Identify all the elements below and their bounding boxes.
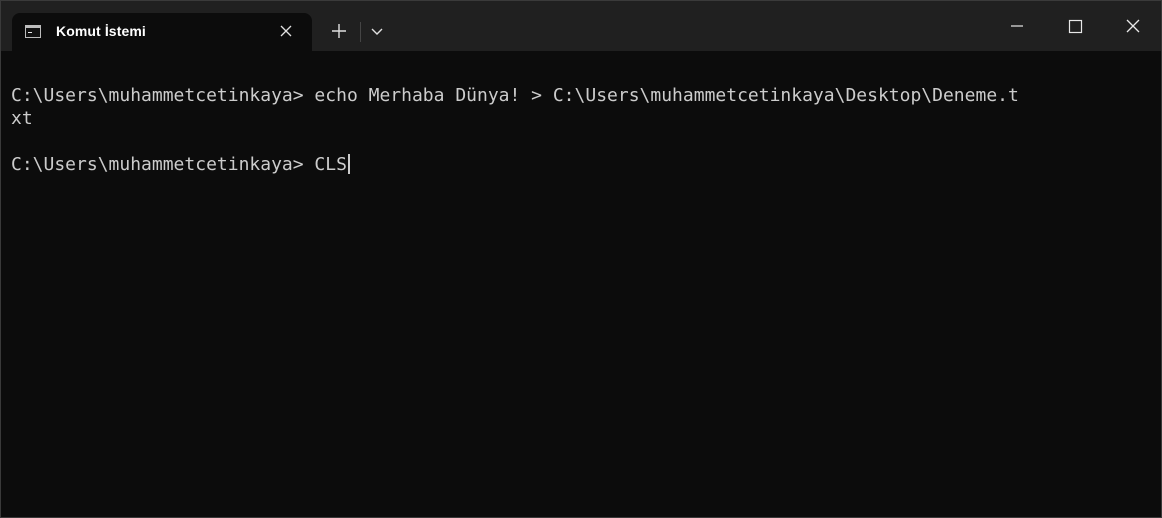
maximize-button[interactable] bbox=[1046, 1, 1104, 51]
tab-title: Komut İstemi bbox=[56, 23, 146, 39]
terminal-window: Komut İstemi C:\Users\muhammetcetinkaya>… bbox=[0, 0, 1162, 518]
chevron-down-icon bbox=[371, 28, 383, 35]
maximize-icon bbox=[1068, 19, 1083, 34]
close-icon bbox=[1126, 19, 1140, 33]
terminal-line: C:\Users\muhammetcetinkaya> CLS bbox=[11, 154, 347, 175]
close-button[interactable] bbox=[1104, 1, 1161, 51]
profile-dropdown-button[interactable] bbox=[363, 15, 391, 47]
terminal-line: C:\Users\muhammetcetinkaya> echo Merhaba… bbox=[11, 85, 1019, 106]
minimize-button[interactable] bbox=[988, 1, 1046, 51]
close-icon bbox=[280, 25, 292, 37]
tab-close-button[interactable] bbox=[276, 21, 296, 41]
terminal-prompt-line[interactable]: C:\Users\muhammetcetinkaya> CLS bbox=[11, 154, 350, 176]
tab-komut-istemi[interactable]: Komut İstemi bbox=[12, 13, 312, 52]
text-cursor bbox=[347, 154, 350, 174]
tab-divider bbox=[360, 22, 361, 42]
terminal-line: xt bbox=[11, 108, 33, 129]
terminal-output[interactable]: C:\Users\muhammetcetinkaya> echo Merhaba… bbox=[1, 51, 1161, 517]
minimize-icon bbox=[1011, 25, 1023, 27]
terminal-icon bbox=[25, 25, 41, 38]
plus-icon bbox=[332, 24, 346, 38]
title-bar[interactable]: Komut İstemi bbox=[1, 1, 1161, 52]
new-tab-button[interactable] bbox=[323, 15, 355, 47]
